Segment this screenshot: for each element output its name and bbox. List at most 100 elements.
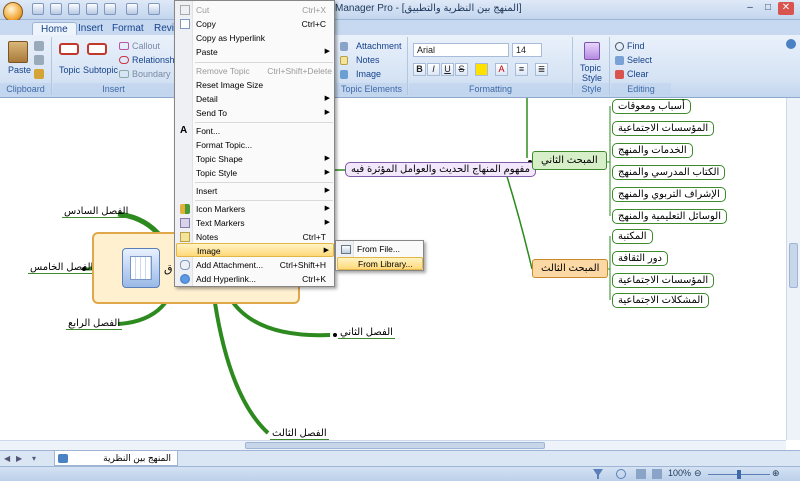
ribbon: Paste Clipboard Topic Subtopic Callout R… (0, 35, 800, 98)
notes-icon[interactable] (340, 56, 348, 65)
select-button[interactable]: Select (627, 55, 652, 65)
branch3-child-1[interactable]: المكتبة (612, 229, 653, 244)
help-icon[interactable] (786, 39, 796, 49)
subtopic-button[interactable]: Subtopic (83, 65, 118, 75)
underline-button[interactable]: U (441, 63, 454, 76)
view-icon[interactable] (636, 469, 646, 479)
menu-item-reset-image-size[interactable]: Reset Image Size (176, 78, 334, 92)
minimize-button[interactable]: – (742, 2, 758, 15)
relationship-icon[interactable] (119, 56, 129, 64)
chapter-3-topic[interactable]: الفصل الثالث (270, 428, 329, 440)
highlight-color-icon[interactable] (475, 63, 488, 76)
context-menu: Cut Ctrl+X Copy Ctrl+C Copy as Hyperlink… (174, 0, 335, 287)
submenu-item-from-file[interactable]: From File... (337, 243, 423, 256)
boundary-button[interactable]: Boundary (132, 69, 171, 79)
find-button[interactable]: Find (627, 41, 645, 51)
zoom-slider-thumb[interactable] (737, 470, 741, 479)
menu-item-remove-topic[interactable]: Remove Topic Ctrl+Shift+Delete (176, 64, 334, 78)
document-tab[interactable]: المنهج بين النظرية والتطبيق (54, 451, 178, 477)
menu-item-paste[interactable]: Paste ▶ (176, 45, 334, 59)
branch3-child-3[interactable]: المؤسسات الاجتماعية (612, 273, 715, 288)
format-painter-icon[interactable] (34, 69, 44, 79)
branch2-child-5[interactable]: الإشراف التربوي والمنهج (612, 187, 726, 202)
branch3-child-2[interactable]: دور الثقافة (612, 251, 668, 266)
horizontal-scrollbar[interactable] (0, 440, 786, 450)
attachment-button[interactable]: Attachment (356, 41, 402, 51)
align-icon[interactable]: ≡ (515, 63, 528, 76)
menu-item-insert[interactable]: Insert ▶ (176, 184, 334, 198)
branch2-child-6[interactable]: الوسائل التعليمية والمنهج (612, 209, 728, 224)
chapter-2-topic[interactable]: الفصل الثاني (338, 327, 395, 339)
menu-item-text-markers[interactable]: Text Markers ▶ (176, 216, 334, 230)
menu-item-send-to[interactable]: Send To ▶ (176, 106, 334, 120)
select-icon[interactable] (615, 56, 624, 65)
main-topic[interactable]: مفهوم المنهاج الحديث والعوامل المؤثرة في… (345, 162, 536, 177)
paste-icon[interactable] (8, 41, 28, 63)
focus-icon[interactable] (616, 469, 626, 479)
chapter-5-topic[interactable]: الفصل الخامس (28, 262, 96, 274)
topic-style-button[interactable]: Topic (580, 63, 601, 73)
callout-icon[interactable] (119, 42, 129, 50)
topic-style-icon[interactable] (584, 42, 600, 60)
tab-scroll-left-icon[interactable]: ◀ (4, 454, 10, 463)
menu-item-copy-hyperlink[interactable]: Copy as Hyperlink (176, 31, 334, 45)
tab-list-icon[interactable]: ▾ (32, 454, 36, 463)
menu-item-topic-shape[interactable]: Topic Shape ▶ (176, 152, 334, 166)
branch2-child-3[interactable]: الخدمات والمنهج (612, 143, 693, 158)
branch2-child-2[interactable]: المؤسسات الاجتماعية (612, 121, 715, 136)
branch2-child-4[interactable]: الكتاب المدرسي والمنهج (612, 165, 726, 180)
notes-button[interactable]: Notes (356, 55, 380, 65)
font-size-combo[interactable]: 14 (512, 43, 542, 57)
zoom-in-icon[interactable]: ⊕ (772, 468, 780, 479)
clear-button[interactable]: Clear (627, 69, 649, 79)
italic-button[interactable]: I (427, 63, 440, 76)
attachment-icon[interactable] (340, 42, 348, 51)
boundary-icon[interactable] (119, 70, 129, 78)
font-color-icon[interactable]: A (495, 63, 508, 76)
subtopic-icon[interactable] (87, 43, 107, 55)
outline-icon[interactable] (652, 469, 662, 479)
menu-item-cut[interactable]: Cut Ctrl+X (176, 3, 334, 17)
branch-2-topic[interactable]: المبحث الثاني (532, 151, 607, 170)
branch-3-topic[interactable]: المبحث الثالث (532, 259, 609, 278)
menu-item-format-topic[interactable]: Format Topic... (176, 138, 334, 152)
clear-icon[interactable] (615, 70, 624, 79)
callout-button[interactable]: Callout (132, 41, 160, 51)
menu-item-add-attachment[interactable]: Add Attachment... Ctrl+Shift+H (176, 258, 334, 272)
horizontal-scroll-thumb[interactable] (245, 442, 545, 449)
paste-button[interactable]: Paste (8, 65, 31, 75)
topic-button[interactable]: Topic (59, 65, 80, 75)
tab-scroll-right-icon[interactable]: ▶ (16, 454, 22, 463)
topic-style-button-line2[interactable]: Style (582, 73, 602, 83)
filter-icon[interactable] (593, 469, 603, 479)
submenu-item-from-library[interactable]: From Library... (337, 257, 423, 270)
menu-item-add-hyperlink[interactable]: Add Hyperlink... Ctrl+K (176, 272, 334, 286)
maximize-button[interactable]: □ (760, 2, 776, 15)
chapter-6-topic[interactable]: الفصل السادس (62, 206, 131, 218)
numbering-icon[interactable]: ≣ (535, 63, 548, 76)
image-button[interactable]: Image (356, 69, 381, 79)
find-icon[interactable] (615, 42, 624, 51)
strikethrough-button[interactable]: S (455, 63, 468, 76)
menu-item-detail[interactable]: Detail ▶ (176, 92, 334, 106)
menu-item-notes[interactable]: Notes Ctrl+T (176, 230, 334, 244)
cut-icon[interactable] (34, 41, 44, 51)
bold-button[interactable]: B (413, 63, 426, 76)
vertical-scrollbar[interactable] (786, 98, 800, 440)
copy-icon[interactable] (34, 55, 44, 65)
zoom-out-icon[interactable]: ⊖ (694, 468, 702, 479)
topic-icon[interactable] (59, 43, 79, 55)
branch2-child-1[interactable]: أسباب ومعوقات (612, 99, 691, 114)
menu-item-copy[interactable]: Copy Ctrl+C (176, 17, 334, 31)
branch3-child-4[interactable]: المشكلات الاجتماعية (612, 293, 710, 308)
menu-item-icon-markers[interactable]: Icon Markers ▶ (176, 202, 334, 216)
menu-item-image[interactable]: Image ▶ (176, 243, 334, 257)
menu-item-topic-style[interactable]: Topic Style ▶ (176, 166, 334, 180)
menu-item-font[interactable]: A Font... (176, 124, 334, 138)
font-name-combo[interactable]: Arial (413, 43, 509, 57)
vertical-scroll-thumb[interactable] (789, 243, 798, 288)
chapter-4-topic[interactable]: الفصل الرابع (66, 318, 123, 330)
image-icon[interactable] (340, 70, 348, 79)
style-group: Topic Style Style (574, 37, 610, 95)
close-button[interactable]: ✕ (778, 2, 794, 15)
